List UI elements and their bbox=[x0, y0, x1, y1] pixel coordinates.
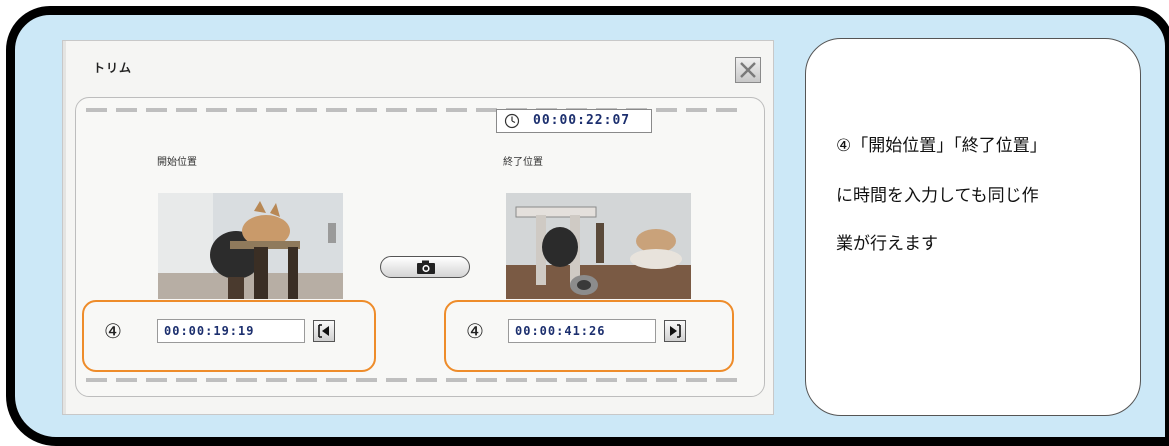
note-line-3: 業が行えます bbox=[836, 234, 938, 254]
end-time-highlight bbox=[444, 300, 734, 372]
duration-value: 00:00:22:07 bbox=[533, 113, 631, 128]
step-marker-end: ④ bbox=[466, 319, 484, 343]
dialog-title: トリム bbox=[93, 61, 133, 75]
capture-frame-button[interactable] bbox=[380, 256, 470, 278]
start-frame-preview bbox=[158, 193, 343, 299]
note-line-1: ④「開始位置」「終了位置」 bbox=[836, 136, 1047, 156]
filmstrip-top bbox=[86, 108, 756, 112]
start-time-highlight bbox=[82, 300, 376, 372]
instruction-note: ④「開始位置」「終了位置」 に時間を入力しても同じ作 業が行えます bbox=[805, 38, 1141, 416]
start-position-label: 開始位置 bbox=[157, 157, 197, 168]
clock-icon bbox=[504, 113, 520, 129]
close-x-icon bbox=[740, 62, 756, 78]
filmstrip-bottom bbox=[86, 378, 756, 382]
dialog-edge bbox=[63, 41, 66, 414]
duration-display: 00:00:22:07 bbox=[496, 109, 652, 133]
note-line-2: に時間を入力しても同じ作 bbox=[836, 186, 1039, 206]
close-button[interactable] bbox=[735, 57, 761, 83]
camera-icon bbox=[417, 260, 435, 274]
step-marker-start: ④ bbox=[104, 319, 122, 343]
end-frame-preview bbox=[506, 193, 691, 299]
end-position-label: 終了位置 bbox=[503, 157, 543, 168]
